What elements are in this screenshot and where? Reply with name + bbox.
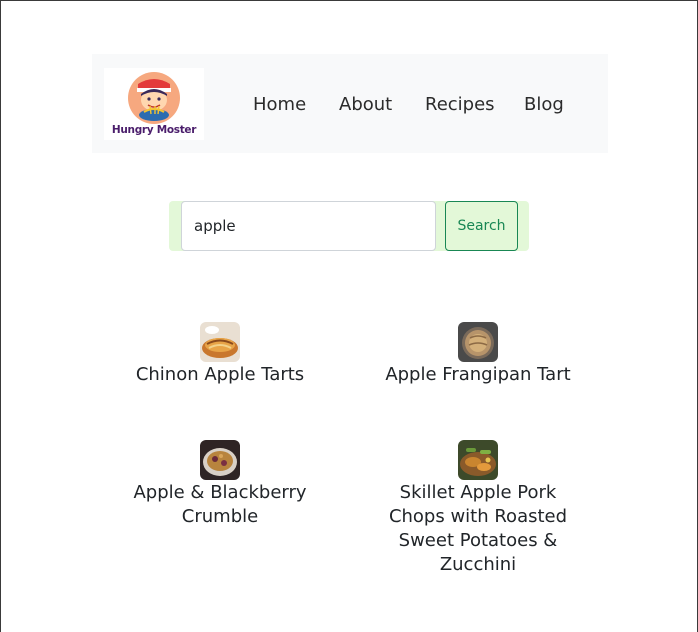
apple-tart-image-icon: [200, 322, 240, 362]
hungry-chef-icon: [128, 72, 180, 124]
brand-logo[interactable]: Hungry Moster: [104, 68, 204, 140]
nav-blog-link[interactable]: Blog: [524, 93, 564, 117]
navbar: Hungry Moster Home About Recipes Blog: [92, 54, 608, 153]
recipe-title[interactable]: Apple Frangipan Tart: [373, 362, 583, 387]
frangipan-tart-image-icon: [458, 322, 498, 362]
search-input[interactable]: [181, 201, 436, 251]
nav-about-link[interactable]: About: [339, 93, 392, 117]
result-card[interactable]: Chinon Apple Tarts: [91, 322, 349, 387]
crumble-image-icon: [200, 440, 240, 480]
result-card[interactable]: Skillet Apple Pork Chops with Roasted Sw…: [349, 440, 607, 577]
search-form: Search: [169, 201, 529, 251]
recipe-thumbnail[interactable]: [458, 440, 498, 480]
nav-home-link[interactable]: Home: [253, 93, 306, 117]
nav-recipes-link[interactable]: Recipes: [425, 93, 495, 117]
recipe-title[interactable]: Skillet Apple Pork Chops with Roasted Sw…: [373, 480, 583, 577]
brand-logo-text: Hungry Moster: [111, 124, 197, 136]
pork-chops-image-icon: [458, 440, 498, 480]
recipe-thumbnail[interactable]: [458, 322, 498, 362]
result-card[interactable]: Apple Frangipan Tart: [349, 322, 607, 387]
recipe-title[interactable]: Chinon Apple Tarts: [115, 362, 325, 387]
recipe-title[interactable]: Apple & Blackberry Crumble: [115, 480, 325, 529]
page: Hungry Moster Home About Recipes Blog Se…: [0, 0, 698, 632]
recipe-thumbnail[interactable]: [200, 322, 240, 362]
recipe-thumbnail[interactable]: [200, 440, 240, 480]
result-card[interactable]: Apple & Blackberry Crumble: [91, 440, 349, 529]
search-button[interactable]: Search: [445, 201, 518, 251]
